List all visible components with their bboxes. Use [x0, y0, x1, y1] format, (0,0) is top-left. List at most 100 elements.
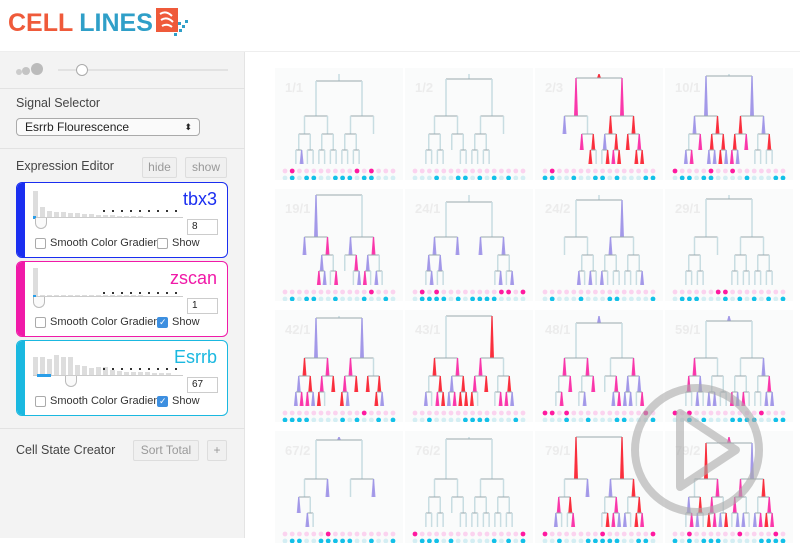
threshold-handle[interactable] — [65, 376, 77, 387]
state-dot-cyan — [513, 538, 519, 543]
lineage-tree-panel[interactable]: 1/2 — [405, 68, 533, 180]
state-dot-pink — [636, 531, 641, 537]
state-dot-cyan — [311, 175, 317, 180]
show-checkbox[interactable] — [157, 395, 168, 407]
show-option[interactable]: Show — [157, 316, 200, 328]
state-dot-pink — [744, 531, 750, 537]
gene-name: zscan — [169, 268, 217, 288]
state-dot-cyan — [506, 296, 511, 301]
state-dot-pink — [773, 531, 779, 537]
expression-segment — [498, 392, 503, 406]
threshold-input[interactable]: 67 — [187, 377, 218, 393]
state-dot-pink — [564, 289, 569, 295]
expression-segment — [556, 497, 561, 513]
lineage-tree-panel[interactable]: 42/1 — [275, 310, 403, 422]
expression-segment — [478, 358, 483, 376]
state-dot-cyan — [297, 296, 302, 301]
signal-select[interactable]: Esrrb Flourescence ⬍ — [16, 118, 200, 136]
lineage-tree-panel[interactable]: 10/1 — [665, 68, 793, 180]
lineage-tree-panel[interactable]: 24/2 — [535, 189, 663, 301]
state-dot-cyan — [419, 296, 425, 301]
histogram-dot — [103, 210, 105, 212]
threshold-input[interactable]: 8 — [187, 219, 218, 235]
hide-button[interactable]: hide — [142, 157, 177, 178]
panel-label: 1/2 — [415, 80, 434, 95]
expression-segment — [568, 497, 573, 513]
threshold-input[interactable]: 1 — [187, 298, 218, 314]
show-option[interactable]: Show — [157, 395, 200, 407]
state-dot-cyan — [383, 538, 389, 543]
state-dot-cyan — [383, 175, 389, 180]
state-dot-pink — [643, 168, 649, 174]
lineage-tree-panel[interactable]: 43/1 — [405, 310, 533, 422]
state-dot-pink — [629, 531, 634, 537]
show-checkbox[interactable] — [157, 237, 168, 249]
state-dot-pink — [549, 531, 555, 537]
state-dot-pink — [744, 168, 750, 174]
add-cell-state-button[interactable]: + — [207, 440, 227, 461]
state-dot-cyan — [643, 175, 649, 180]
expression-segment — [602, 134, 607, 150]
state-dot-pink — [333, 531, 338, 537]
state-dot-pink — [759, 289, 764, 295]
zoom-slider[interactable] — [16, 62, 231, 78]
state-dot-pink — [773, 289, 779, 295]
state-dot-cyan — [477, 417, 483, 422]
panel-label: 59/1 — [675, 322, 701, 337]
lineage-tree-panel[interactable]: 29/1 — [665, 189, 793, 301]
smooth-gradient-option[interactable]: Smooth Color Gradient — [35, 237, 163, 249]
state-dot-cyan — [780, 417, 786, 422]
show-option[interactable]: Show — [157, 237, 200, 249]
state-dot-pink — [687, 531, 692, 537]
expression-segment — [611, 150, 616, 164]
lineage-tree-panel[interactable]: 1/1 — [275, 68, 403, 180]
state-dot-cyan — [571, 296, 577, 301]
state-dot-cyan — [672, 296, 678, 301]
state-dot-pink — [412, 410, 418, 416]
state-dot-cyan — [455, 296, 461, 301]
state-dot-cyan — [614, 175, 620, 180]
lineage-tree-panel[interactable]: 67/2 — [275, 431, 403, 543]
state-dot-pink — [289, 531, 295, 537]
state-dot-cyan — [499, 175, 504, 180]
lineage-tree-panel[interactable]: 19/1 — [275, 189, 403, 301]
state-dot-cyan — [780, 296, 786, 301]
histogram-dot — [121, 210, 123, 212]
lineage-tree-panel[interactable]: 76/2 — [405, 431, 533, 543]
play-icon[interactable] — [630, 383, 764, 517]
smooth-gradient-option[interactable]: Smooth Color Gradient — [35, 395, 163, 407]
state-dot-cyan — [325, 296, 331, 301]
state-dot-cyan — [282, 175, 288, 180]
smooth-gradient-checkbox[interactable] — [35, 237, 46, 249]
state-dot-cyan — [470, 296, 475, 301]
state-dot-cyan — [369, 417, 374, 422]
lineage-tree-panel[interactable]: 2/3 — [535, 68, 663, 180]
state-dot-pink — [607, 531, 613, 537]
state-dot-cyan — [311, 296, 317, 301]
panel-label: 19/1 — [285, 201, 311, 216]
state-dot-cyan — [737, 538, 743, 543]
state-dot-cyan — [708, 175, 714, 180]
threshold-handle[interactable] — [33, 297, 45, 308]
show-button[interactable]: show — [185, 157, 227, 178]
state-dot-cyan — [463, 538, 468, 543]
state-dot-cyan — [434, 175, 439, 180]
panel-label: 24/1 — [415, 201, 441, 216]
smooth-gradient-option[interactable]: Smooth Color Gradient — [35, 316, 163, 328]
lineage-tree-panel[interactable]: 24/1 — [405, 189, 533, 301]
state-dot-cyan — [600, 296, 605, 301]
smooth-gradient-checkbox[interactable] — [35, 316, 46, 328]
expression-segment — [362, 271, 367, 285]
state-dot-pink — [621, 410, 627, 416]
state-dot-cyan — [766, 296, 771, 301]
state-dot-cyan — [549, 417, 555, 422]
state-dot-cyan — [715, 296, 721, 301]
smooth-gradient-checkbox[interactable] — [35, 395, 46, 407]
state-dot-cyan — [441, 296, 447, 301]
expression-segment — [597, 316, 601, 323]
threshold-handle[interactable] — [35, 218, 47, 229]
show-checkbox[interactable] — [157, 316, 168, 328]
sort-total-button[interactable]: Sort Total — [133, 440, 199, 461]
state-dot-pink — [614, 410, 620, 416]
state-dot-cyan — [347, 296, 353, 301]
